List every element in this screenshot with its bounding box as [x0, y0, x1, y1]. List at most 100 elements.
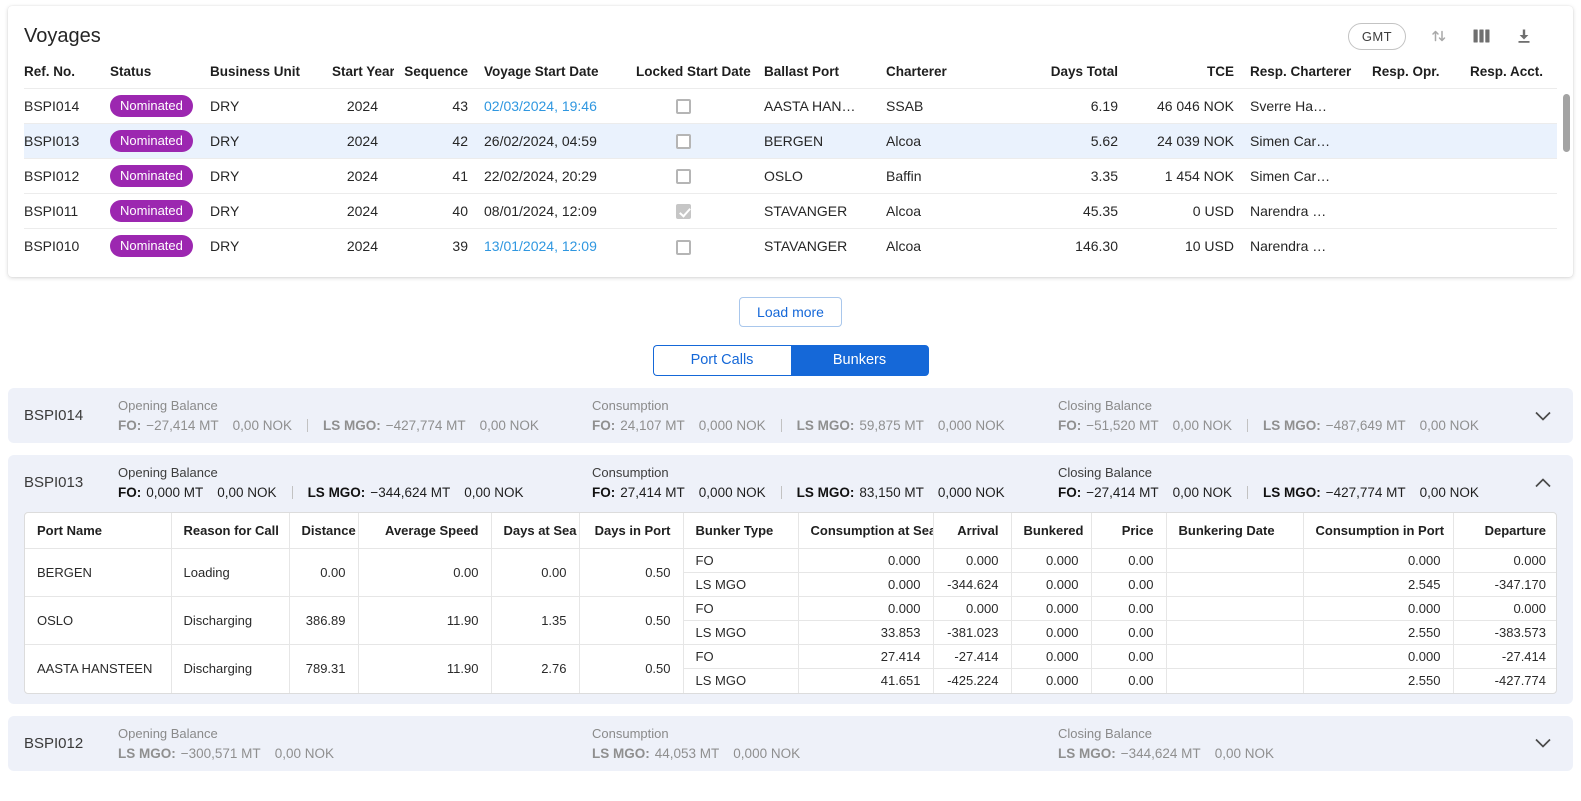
- voyage-panel-bspi013: BSPI013 Opening Balance FO:0,000 MT0,00 …: [8, 455, 1573, 704]
- balance-entry: LS MGO:−344,624 MT0,00 NOK: [277, 485, 524, 500]
- resp-opr-cell: [1372, 159, 1470, 194]
- col-header-bunker-type: Bunker Type: [683, 513, 798, 549]
- status-badge: Nominated: [110, 95, 193, 117]
- col-header-ref-no[interactable]: Ref. No.: [24, 56, 110, 89]
- consumption-at-sea-cell: 0.000: [798, 597, 933, 621]
- panel-ref: BSPI013: [24, 474, 118, 491]
- sequence-cell: 42: [394, 124, 484, 159]
- vertical-scrollbar[interactable]: [1563, 94, 1570, 152]
- col-header-tce[interactable]: TCE: [1134, 56, 1250, 89]
- tce-cell: 1 454 NOK: [1134, 159, 1250, 194]
- ballast-port-cell: STAVANGER: [764, 194, 886, 229]
- voyage-ref-link[interactable]: BSPI014: [24, 89, 110, 124]
- voyage-row[interactable]: BSPI011 Nominated DRY 2024 40 08/01/2024…: [24, 194, 1557, 229]
- resp-opr-cell: [1372, 229, 1470, 264]
- col-header-consumption-in-port: Consumption in Port: [1303, 513, 1453, 549]
- days-in-port-cell: 0.50: [579, 645, 683, 693]
- download-icon[interactable]: [1515, 27, 1533, 45]
- voyage-ref-link[interactable]: BSPI013: [24, 124, 110, 159]
- col-header-distance: Distance: [289, 513, 358, 549]
- locked-start-date-checkbox[interactable]: [676, 204, 691, 219]
- voyage-start-date-cell[interactable]: 08/01/2024, 12:09: [484, 194, 636, 229]
- closing-balance-section: Closing Balance FO:−51,520 MT0,00 NOK LS…: [1058, 398, 1557, 433]
- voyage-ref-link[interactable]: BSPI010: [24, 229, 110, 264]
- reason-for-call-cell: Loading: [171, 549, 289, 597]
- bunkering-date-cell: [1166, 597, 1303, 621]
- col-header-sequence[interactable]: Sequence: [394, 56, 484, 89]
- resp-acct-cell: [1470, 124, 1557, 159]
- balance-entry: FO:−27,414 MT0,00 NOK: [1058, 485, 1232, 500]
- ballast-port-cell: AASTA HAN…: [764, 89, 886, 124]
- load-more-button[interactable]: Load more: [739, 297, 842, 327]
- expand-chevron-icon[interactable]: [1535, 739, 1551, 748]
- col-header-port-name: Port Name: [25, 513, 171, 549]
- average-speed-cell: 11.90: [358, 597, 491, 645]
- average-speed-cell: 11.90: [358, 645, 491, 693]
- resp-opr-cell: [1372, 89, 1470, 124]
- col-header-status[interactable]: Status: [110, 56, 210, 89]
- locked-start-date-checkbox[interactable]: [676, 99, 691, 114]
- voyage-panel-bspi012: BSPI012 Opening Balance LS MGO:−300,571 …: [8, 716, 1573, 771]
- col-header-business-unit[interactable]: Business Unit: [210, 56, 332, 89]
- distance-cell: 789.31: [289, 645, 358, 693]
- col-header-days-total[interactable]: Days Total: [996, 56, 1134, 89]
- panel-header-bspi013[interactable]: BSPI013 Opening Balance FO:0,000 MT0,00 …: [8, 455, 1573, 510]
- voyage-ref-link[interactable]: BSPI011: [24, 194, 110, 229]
- locked-start-date-checkbox[interactable]: [676, 169, 691, 184]
- col-header-resp-acct[interactable]: Resp. Acct.: [1470, 56, 1557, 89]
- voyage-row[interactable]: BSPI013 Nominated DRY 2024 42 26/02/2024…: [24, 124, 1557, 159]
- voyage-start-date-cell[interactable]: 02/03/2024, 19:46: [484, 89, 636, 124]
- voyage-ref-link[interactable]: BSPI012: [24, 159, 110, 194]
- status-cell: Nominated: [110, 229, 210, 264]
- voyage-row[interactable]: BSPI010 Nominated DRY 2024 39 13/01/2024…: [24, 229, 1557, 264]
- arrival-cell: -425.224: [933, 669, 1011, 693]
- col-header-resp-opr[interactable]: Resp. Opr.: [1372, 56, 1470, 89]
- balance-entry: FO:−27,414 MT0,00 NOK: [118, 418, 292, 433]
- days-at-sea-cell: 0.00: [491, 549, 579, 597]
- col-header-charterer[interactable]: Charterer: [886, 56, 996, 89]
- locked-start-date-cell: [636, 89, 764, 124]
- status-cell: Nominated: [110, 194, 210, 229]
- voyage-start-date-cell[interactable]: 22/02/2024, 20:29: [484, 159, 636, 194]
- tab-port-calls[interactable]: Port Calls: [653, 345, 791, 376]
- col-header-voyage-start-date[interactable]: Voyage Start Date: [484, 56, 636, 89]
- bunker-type-cell: LS MGO: [683, 669, 798, 693]
- col-header-ballast-port[interactable]: Ballast Port: [764, 56, 886, 89]
- consumption-section: Consumption FO:24,107 MT0,000 NOK LS MGO…: [592, 398, 1058, 433]
- sort-icon[interactable]: [1430, 27, 1448, 45]
- opening-balance-section: Opening Balance LS MGO:−300,571 MT0,00 N…: [118, 726, 592, 761]
- section-label: Consumption: [592, 398, 1058, 413]
- panel-ref: BSPI014: [24, 407, 118, 424]
- col-header-resp-charterer[interactable]: Resp. Charterer: [1250, 56, 1372, 89]
- voyage-row[interactable]: BSPI014 Nominated DRY 2024 43 02/03/2024…: [24, 89, 1557, 124]
- port-name-cell: OSLO: [25, 597, 171, 645]
- bunkering-date-cell: [1166, 645, 1303, 669]
- columns-icon[interactable]: [1472, 27, 1491, 45]
- consumption-at-sea-cell: 41.651: [798, 669, 933, 693]
- ballast-port-cell: OSLO: [764, 159, 886, 194]
- section-label: Consumption: [592, 726, 1058, 741]
- locked-start-date-checkbox[interactable]: [676, 134, 691, 149]
- col-header-locked-start-date[interactable]: Locked Start Date: [636, 56, 764, 89]
- col-header-start-year[interactable]: Start Year: [332, 56, 394, 89]
- tab-bunkers[interactable]: Bunkers: [791, 345, 929, 376]
- voyage-start-date-cell[interactable]: 26/02/2024, 04:59: [484, 124, 636, 159]
- consumption-at-sea-cell: 0.000: [798, 549, 933, 573]
- charterer-cell: Alcoa: [886, 194, 996, 229]
- days-in-port-cell: 0.50: [579, 549, 683, 597]
- voyage-row[interactable]: BSPI012 Nominated DRY 2024 41 22/02/2024…: [24, 159, 1557, 194]
- locked-start-date-checkbox[interactable]: [676, 240, 691, 255]
- panel-header-bspi012[interactable]: BSPI012 Opening Balance LS MGO:−300,571 …: [8, 716, 1573, 771]
- resp-acct-cell: [1470, 89, 1557, 124]
- expand-chevron-icon[interactable]: [1535, 411, 1551, 420]
- charterer-cell: Alcoa: [886, 229, 996, 264]
- col-header-days-in-port: Days in Port: [579, 513, 683, 549]
- voyage-start-date-cell[interactable]: 13/01/2024, 12:09: [484, 229, 636, 264]
- panel-header-bspi014[interactable]: BSPI014 Opening Balance FO:−27,414 MT0,0…: [8, 388, 1573, 443]
- port-row-fo: OSLO Discharging 386.89 11.90 1.35 0.50 …: [25, 597, 1557, 621]
- collapse-chevron-icon[interactable]: [1535, 478, 1551, 487]
- voyages-header-row: Ref. No. Status Business Unit Start Year…: [24, 56, 1557, 89]
- price-cell: 0.00: [1091, 549, 1166, 573]
- start-year-cell: 2024: [332, 229, 394, 264]
- timezone-button[interactable]: GMT: [1348, 23, 1406, 50]
